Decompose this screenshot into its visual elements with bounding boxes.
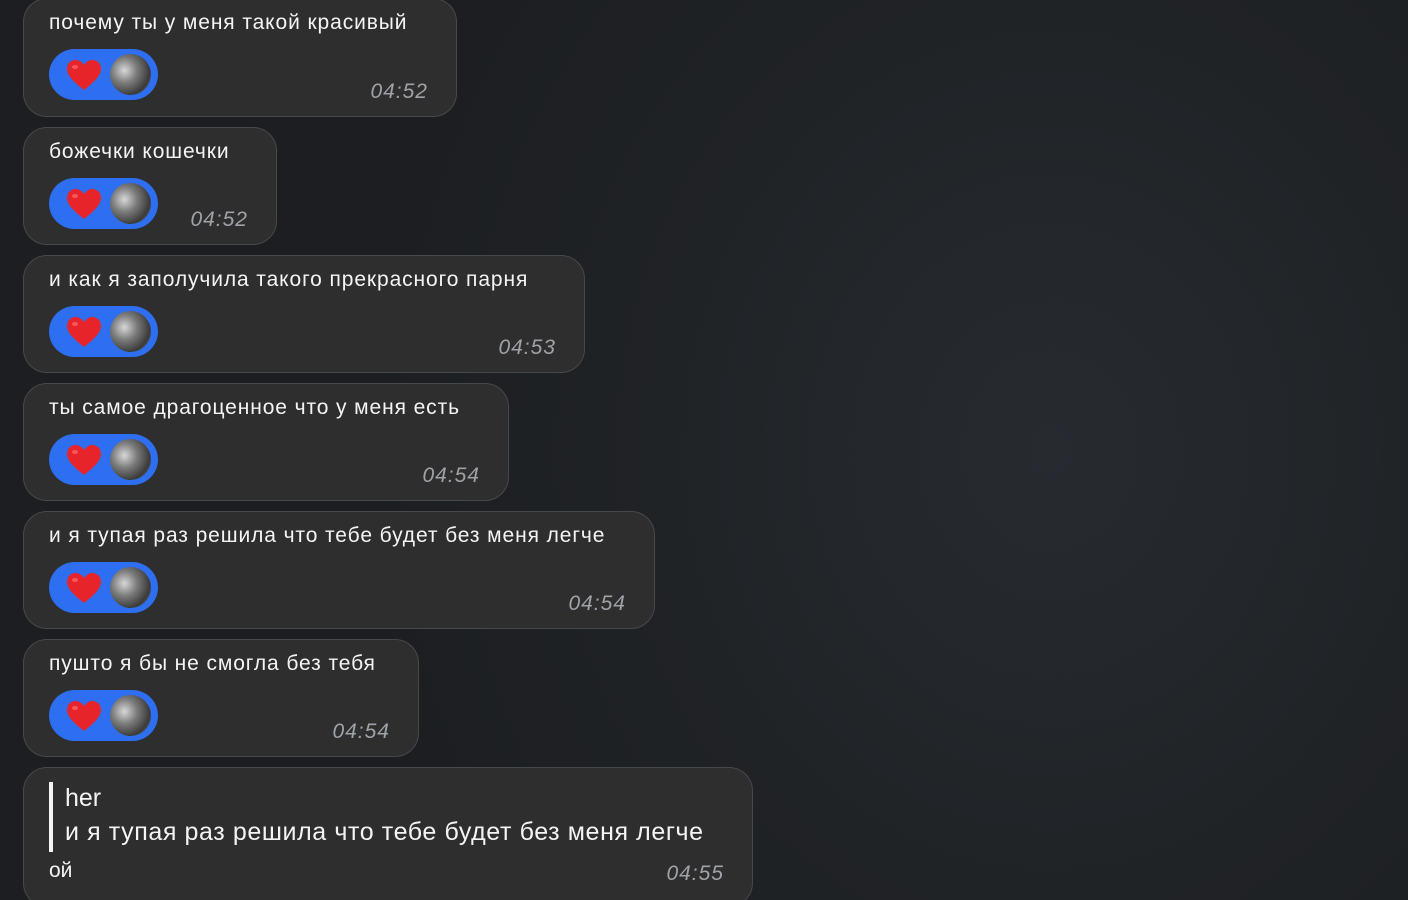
heart-reaction-button[interactable]: [49, 562, 158, 613]
message-timestamp: 04:52: [370, 80, 428, 103]
message-text: и как я заполучила такого прекрасного па…: [49, 268, 529, 291]
message-timestamp: 04:54: [422, 464, 480, 487]
message-timestamp: 04:54: [568, 592, 626, 615]
heart-reaction-button[interactable]: [49, 306, 158, 357]
heart-icon: [67, 317, 101, 347]
message-bubble[interactable]: и как я заполучила такого прекрасного па…: [23, 255, 585, 373]
heart-reaction-button[interactable]: [49, 690, 158, 741]
message-bubble[interactable]: и я тупая раз решила что тебе будет без …: [23, 511, 655, 629]
message-text: ты самое драгоценное что у меня есть: [49, 396, 460, 419]
message-text: божечки кошечки: [49, 140, 230, 163]
heart-reaction-button[interactable]: [49, 178, 158, 229]
message-timestamp: 04:54: [332, 720, 390, 743]
message-text: и я тупая раз решила что тебе будет без …: [49, 524, 606, 547]
heart-icon: [67, 60, 101, 90]
message-bubble[interactable]: божечки кошечки 04:52: [23, 127, 277, 245]
reactor-avatar: [110, 311, 151, 352]
quote-author: her: [65, 784, 102, 812]
reactor-avatar: [110, 54, 151, 95]
message-timestamp: 04:52: [190, 208, 248, 231]
message-bubble[interactable]: почему ты у меня такой красивый 04:52: [23, 0, 457, 117]
reactor-avatar: [110, 183, 151, 224]
message-timestamp: 04:53: [498, 336, 556, 359]
reply-message-bubble[interactable]: her и я тупая раз решила что тебе будет …: [23, 767, 753, 900]
heart-icon: [67, 701, 101, 731]
message-timestamp: 04:55: [666, 862, 724, 885]
chat-message-list: почему ты у меня такой красивый 04:52 бо…: [0, 0, 1408, 900]
heart-icon: [67, 189, 101, 219]
heart-icon: [67, 573, 101, 603]
quote-text: и я тупая раз решила что тебе будет без …: [65, 818, 704, 846]
heart-icon: [67, 445, 101, 475]
message-text: почему ты у меня такой красивый: [49, 11, 408, 34]
reactor-avatar: [110, 695, 151, 736]
message-text: пушто я бы не смогла без тебя: [49, 652, 376, 675]
quoted-message[interactable]: her и я тупая раз решила что тебе будет …: [49, 782, 704, 852]
message-bubble[interactable]: ты самое драгоценное что у меня есть 04:…: [23, 383, 509, 501]
reactor-avatar: [110, 567, 151, 608]
reactor-avatar: [110, 439, 151, 480]
message-bubble[interactable]: пушто я бы не смогла без тебя 04:54: [23, 639, 419, 757]
heart-reaction-button[interactable]: [49, 49, 158, 100]
heart-reaction-button[interactable]: [49, 434, 158, 485]
message-text: ой: [49, 859, 73, 882]
